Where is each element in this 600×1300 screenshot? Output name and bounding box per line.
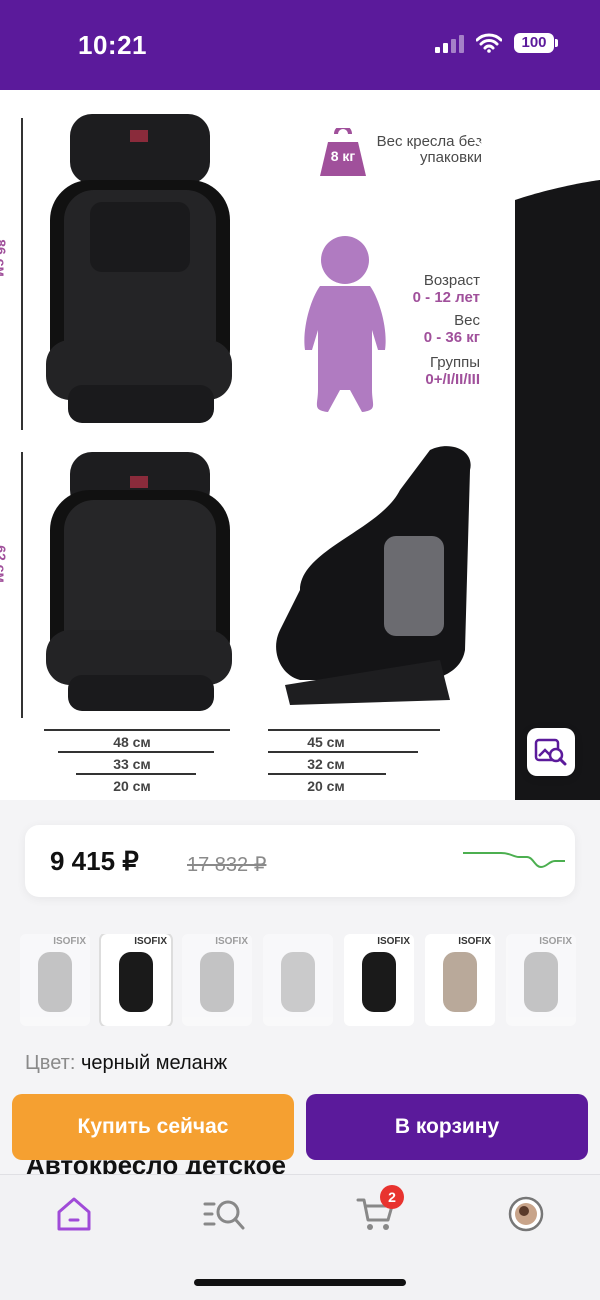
- share-icon: [549, 117, 577, 155]
- spec-value: 0+/I/II/III: [425, 371, 480, 388]
- spec-value: 0 - 36 кг: [423, 329, 480, 346]
- wifi-icon: [476, 33, 502, 53]
- thumbnail-label: ISOFIX: [215, 936, 248, 947]
- back-button[interactable]: [22, 118, 58, 154]
- product-photo: [21, 114, 600, 800]
- image-search-button[interactable]: [527, 728, 575, 776]
- spec-label: Вес: [454, 312, 480, 329]
- thumbnail[interactable]: ISOFIX: [344, 934, 414, 1026]
- price-card[interactable]: 9 415 ₽ 17 832 ₽: [25, 825, 575, 897]
- status-time: 10:21: [78, 30, 147, 60]
- front-width-label: 48 см: [113, 734, 151, 750]
- thumbnail[interactable]: ISOFIX: [182, 934, 252, 1026]
- product-image-gallery[interactable]: 8 кг Вес кресла без упаковки Возраст 0 -…: [0, 90, 600, 800]
- car-seat-thumbnail-icon: [38, 952, 72, 1012]
- home-icon: [57, 1197, 91, 1231]
- thumbnail-strip[interactable]: ISOFIX ISOFIX ISOFIX ISOFIX ISOFIX ISOFI…: [20, 934, 600, 1026]
- thumbnail[interactable]: [263, 934, 333, 1026]
- profile-avatar: [508, 1196, 544, 1232]
- price-trend-chart: [463, 852, 565, 869]
- old-price: 17 832 ₽: [187, 854, 267, 876]
- cellular-signal-icon: [435, 33, 464, 53]
- tab-home[interactable]: [50, 1193, 98, 1235]
- bottom-tab-bar: 2: [0, 1174, 600, 1300]
- thumbnail[interactable]: ISOFIX: [20, 934, 90, 1026]
- cart-count-badge: 2: [380, 1185, 404, 1209]
- side-base-depth-label: 20 см: [307, 778, 345, 794]
- heart-icon: [469, 121, 503, 151]
- height-label-top: 86 см: [0, 239, 9, 277]
- car-seat-thumbnail-icon: [119, 952, 153, 1012]
- thumbnail-label: ISOFIX: [53, 936, 86, 947]
- side-seat-depth-label: 32 см: [307, 756, 345, 772]
- thumbnail-label: ISOFIX: [134, 936, 167, 947]
- status-indicators: 100: [435, 33, 558, 53]
- front-base-width-label: 20 см: [113, 778, 151, 794]
- favorite-button[interactable]: [466, 116, 506, 156]
- side-depth-label: 45 см: [307, 734, 345, 750]
- battery-indicator: 100: [514, 33, 558, 53]
- image-search-icon: [534, 738, 567, 766]
- thumbnail-label: ISOFIX: [377, 936, 410, 947]
- status-bar: 10:21 100: [0, 0, 600, 90]
- car-seat-thumbnail-icon: [443, 952, 477, 1012]
- car-seat-thumbnail-icon: [524, 952, 558, 1012]
- front-seat-width-label: 33 см: [113, 756, 151, 772]
- color-row: Цвет: черный меланж: [25, 1052, 227, 1075]
- share-button[interactable]: [543, 114, 583, 158]
- car-seat-thumbnail-icon: [281, 952, 315, 1012]
- weight-badge: 8 кг: [330, 148, 356, 164]
- chevron-left-icon: [32, 121, 49, 151]
- tab-catalog[interactable]: [200, 1193, 248, 1235]
- color-value: черный меланж: [80, 1052, 228, 1074]
- current-price: 9 415 ₽: [50, 846, 139, 876]
- spec-age: Возраст 0 - 12 лет: [413, 272, 480, 306]
- color-label: Цвет:: [25, 1052, 76, 1074]
- tab-profile[interactable]: [502, 1193, 550, 1235]
- buy-now-button[interactable]: Купить сейчас: [12, 1094, 294, 1160]
- thumbnail[interactable]: ISOFIX: [99, 934, 173, 1026]
- add-to-cart-button[interactable]: В корзину: [306, 1094, 588, 1160]
- car-seat-thumbnail-icon: [362, 952, 396, 1012]
- spec-groups: Группы 0+/I/II/III: [425, 354, 480, 388]
- thumbnail[interactable]: ISOFIX: [506, 934, 576, 1026]
- car-seat-thumbnail-icon: [200, 952, 234, 1012]
- spec-label: Возраст: [423, 272, 480, 289]
- catalog-search-icon: [203, 1200, 245, 1230]
- thumbnail-label: ISOFIX: [458, 936, 491, 947]
- height-label-bottom: 62 см: [0, 545, 9, 583]
- home-indicator: [194, 1279, 406, 1286]
- thumbnail-label: ISOFIX: [539, 936, 572, 947]
- spec-label: Группы: [430, 354, 480, 371]
- tab-cart[interactable]: 2: [352, 1185, 404, 1235]
- spec-weight: Вес 0 - 36 кг: [424, 312, 480, 346]
- thumbnail[interactable]: ISOFIX: [425, 934, 495, 1026]
- spec-value: 0 - 12 лет: [412, 289, 480, 306]
